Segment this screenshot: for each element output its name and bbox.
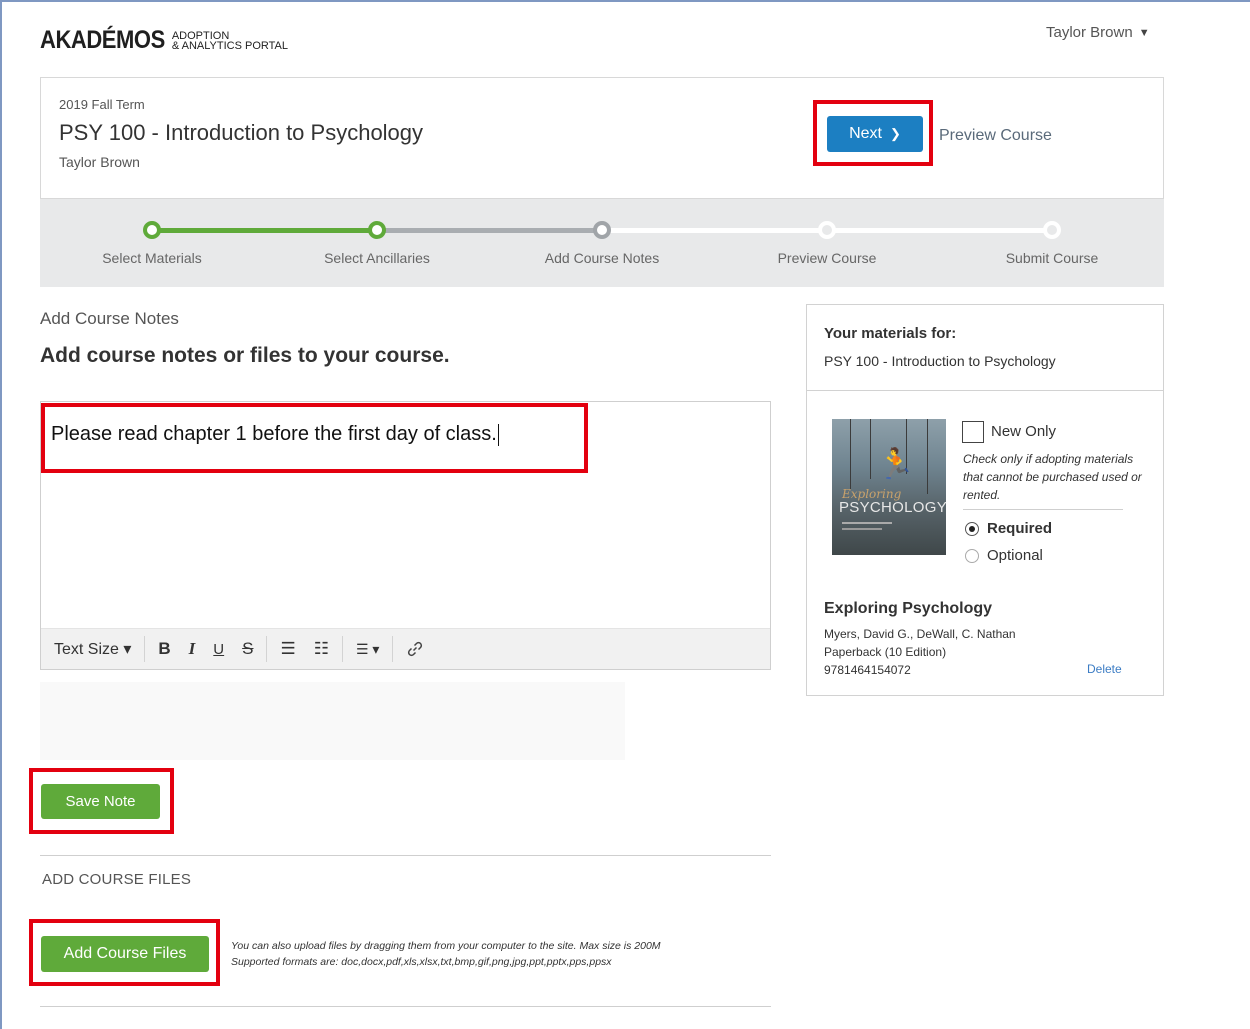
section-divider bbox=[40, 855, 771, 856]
new-only-hint: Check only if adopting materials that ca… bbox=[963, 452, 1142, 502]
underline-icon[interactable]: U bbox=[204, 629, 233, 670]
upload-hint: You can also upload files by dragging th… bbox=[231, 938, 661, 970]
cover-art bbox=[927, 419, 928, 494]
cover-art bbox=[842, 522, 892, 524]
brand-name: AKADÉMOS bbox=[40, 26, 165, 54]
cover-title: PSYCHOLOGY bbox=[839, 499, 946, 516]
course-instructor: Taylor Brown bbox=[59, 154, 140, 170]
numbered-list-icon[interactable]: ☷ bbox=[305, 629, 338, 670]
app-frame: AKADÉMOS ADOPTION & ANALYTICS PORTAL Tay… bbox=[0, 0, 1250, 1029]
options-divider bbox=[963, 509, 1123, 510]
user-menu[interactable]: Taylor Brown ▼ bbox=[1046, 24, 1150, 41]
brand-logo[interactable]: AKADÉMOS ADOPTION & ANALYTICS PORTAL bbox=[40, 26, 288, 54]
next-button-label: Next bbox=[849, 125, 882, 142]
add-files-highlight: Add Course Files bbox=[29, 919, 220, 986]
step-label-select-ancillaries[interactable]: Select Ancillaries bbox=[277, 250, 477, 266]
course-term: 2019 Fall Term bbox=[59, 97, 145, 112]
upload-hint-line1: You can also upload files by dragging th… bbox=[231, 940, 661, 952]
step-label-submit-course[interactable]: Submit Course bbox=[952, 250, 1152, 266]
required-radio[interactable] bbox=[965, 522, 979, 536]
required-label[interactable]: Required bbox=[987, 520, 1052, 537]
add-course-files-button[interactable]: Add Course Files bbox=[41, 936, 209, 972]
note-text: Please read chapter 1 before the first d… bbox=[51, 423, 497, 445]
stepper-track-complete bbox=[152, 228, 377, 233]
step-label-select-materials[interactable]: Select Materials bbox=[52, 250, 252, 266]
delete-material-link[interactable]: Delete bbox=[1087, 662, 1122, 676]
strikethrough-icon[interactable]: S bbox=[233, 629, 262, 670]
step-dot-select-materials[interactable] bbox=[143, 221, 161, 239]
italic-icon[interactable]: I bbox=[180, 629, 205, 670]
materials-heading: Your materials for: bbox=[824, 325, 957, 342]
caret-down-icon: ▼ bbox=[1138, 26, 1150, 39]
link-icon[interactable] bbox=[397, 629, 433, 670]
upload-hint-line2: Supported formats are: doc,docx,pdf,xls,… bbox=[231, 956, 612, 968]
text-cursor bbox=[497, 423, 499, 446]
link-icon-glyph bbox=[408, 641, 423, 657]
brand-subtitle: ADOPTION & ANALYTICS PORTAL bbox=[172, 31, 288, 52]
materials-course: PSY 100 - Introduction to Psychology bbox=[824, 353, 1056, 369]
save-note-button[interactable]: Save Note bbox=[41, 784, 160, 819]
new-only-label[interactable]: New Only bbox=[991, 423, 1056, 440]
materials-header: Your materials for: PSY 100 - Introducti… bbox=[807, 305, 1163, 391]
note-editor[interactable]: Please read chapter 1 before the first d… bbox=[40, 401, 771, 670]
step-dot-add-course-notes[interactable] bbox=[593, 221, 611, 239]
course-title: PSY 100 - Introduction to Psychology bbox=[59, 120, 424, 145]
step-label-preview-course[interactable]: Preview Course bbox=[727, 250, 927, 266]
step-dot-preview-course[interactable] bbox=[818, 221, 836, 239]
next-button-highlight: Next ❯ bbox=[813, 100, 933, 166]
add-files-section-label: ADD COURSE FILES bbox=[42, 871, 192, 888]
toolbar-divider bbox=[266, 636, 268, 662]
cover-figure: 🏃 bbox=[877, 448, 915, 481]
stepper-track-current bbox=[377, 228, 602, 233]
text-size-dropdown[interactable]: Text Size ▾ bbox=[54, 629, 140, 670]
editor-text-highlight: Please read chapter 1 before the first d… bbox=[41, 403, 588, 473]
toolbar-divider bbox=[392, 636, 394, 662]
progress-stepper: Select Materials Select Ancillaries Add … bbox=[40, 199, 1164, 287]
cover-art bbox=[842, 528, 882, 530]
brand-subtitle-line2: & ANALYTICS PORTAL bbox=[171, 40, 288, 52]
book-cover: 🏃 Exploring PSYCHOLOGY bbox=[832, 419, 946, 555]
step-dot-submit-course[interactable] bbox=[1043, 221, 1061, 239]
book-isbn: 9781464154072 bbox=[824, 663, 911, 677]
cover-art bbox=[850, 419, 851, 489]
optional-radio[interactable] bbox=[965, 549, 979, 563]
course-summary: 2019 Fall Term PSY 100 - Introduction to… bbox=[40, 77, 1164, 199]
cover-art bbox=[870, 419, 871, 479]
step-label-add-course-notes[interactable]: Add Course Notes bbox=[502, 250, 702, 266]
book-edition: Paperback (10 Edition) bbox=[824, 645, 947, 659]
obscured-area bbox=[40, 682, 625, 760]
toolbar-divider bbox=[144, 636, 146, 662]
book-authors: Myers, David G., DeWall, C. Nathan bbox=[824, 627, 1016, 641]
next-button[interactable]: Next ❯ bbox=[827, 116, 923, 152]
materials-panel: Your materials for: PSY 100 - Introducti… bbox=[806, 304, 1164, 696]
save-note-highlight: Save Note bbox=[29, 768, 174, 834]
optional-label[interactable]: Optional bbox=[987, 547, 1043, 564]
toolbar-divider bbox=[341, 636, 343, 662]
step-dot-select-ancillaries[interactable] bbox=[368, 221, 386, 239]
bulleted-list-icon[interactable]: ☰ bbox=[271, 629, 304, 670]
editor-toolbar: Text Size ▾ B I U S ☰ ☷ ☰ ▾ bbox=[41, 628, 770, 669]
notes-heading: Add course notes or files to your course… bbox=[40, 344, 450, 367]
section-divider bbox=[40, 1006, 771, 1007]
note-editor-content[interactable]: Please read chapter 1 before the first d… bbox=[51, 423, 499, 446]
notes-section-label: Add Course Notes bbox=[40, 309, 179, 328]
bold-icon[interactable]: B bbox=[149, 629, 179, 670]
book-title: Exploring Psychology bbox=[824, 600, 993, 617]
align-dropdown-icon[interactable]: ☰ ▾ bbox=[347, 629, 388, 670]
chevron-right-icon: ❯ bbox=[890, 126, 901, 141]
user-name: Taylor Brown bbox=[1046, 24, 1133, 41]
preview-course-link[interactable]: Preview Course bbox=[939, 127, 1052, 145]
new-only-checkbox[interactable] bbox=[962, 421, 984, 443]
